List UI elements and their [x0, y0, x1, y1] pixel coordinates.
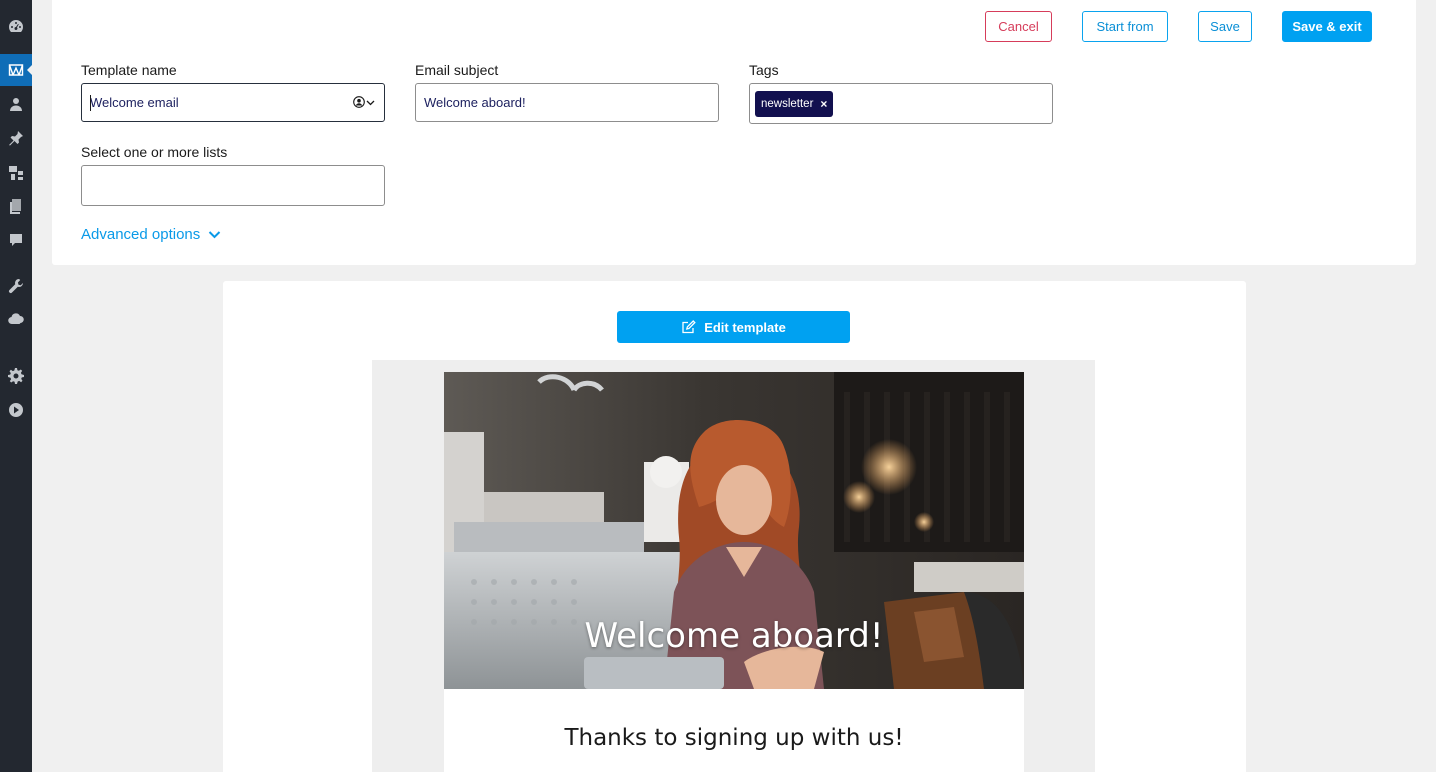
- comments-icon: [10, 234, 22, 246]
- save-exit-button[interactable]: Save & exit: [1282, 11, 1372, 42]
- personalization-dropdown[interactable]: [353, 96, 375, 108]
- sidebar-item-play[interactable]: [0, 394, 32, 426]
- email-subject-label: Email subject: [415, 62, 499, 78]
- sidebar-item-comments[interactable]: [0, 224, 32, 256]
- sidebar-item-emails[interactable]: [0, 54, 33, 86]
- sidebar-item-pages[interactable]: [0, 190, 32, 222]
- sidebar-item-tools[interactable]: [0, 270, 32, 302]
- sidebar-item-dashboard[interactable]: [0, 10, 32, 42]
- start-from-button[interactable]: Start from: [1082, 11, 1168, 42]
- template-name-field[interactable]: Welcome email: [81, 83, 385, 122]
- sidebar-item-cloud[interactable]: [0, 303, 32, 335]
- email-preview: Welcome aboard! Thanks to signing up wit…: [372, 360, 1095, 772]
- sidebar-item-pin[interactable]: [0, 122, 32, 154]
- tags-field[interactable]: newsletter ×: [749, 83, 1053, 124]
- contacts-icon: [10, 98, 22, 111]
- edit-template-button[interactable]: Edit template: [617, 311, 850, 343]
- pin-icon: [9, 131, 23, 146]
- play-icon: [9, 403, 23, 417]
- edit-template-label: Edit template: [704, 319, 786, 335]
- email-subject-field[interactable]: Welcome aboard!: [415, 83, 719, 122]
- text-cursor: [90, 95, 91, 111]
- tag-chip: newsletter ×: [755, 90, 834, 117]
- tag-chip-label: newsletter: [761, 97, 814, 110]
- pages-icon: [10, 199, 21, 214]
- sidebar-item-settings[interactable]: [0, 360, 32, 392]
- template-name-label: Template name: [81, 62, 177, 78]
- email-subject-value: Welcome aboard!: [424, 95, 526, 110]
- wrench-icon: [8, 279, 23, 294]
- advanced-options-toggle[interactable]: Advanced options: [81, 226, 221, 243]
- chevron-down-icon: [209, 231, 221, 239]
- email-settings-card: Cancel Start from Save Save & exit Templ…: [52, 0, 1416, 265]
- sidebar-item-assets[interactable]: [0, 157, 32, 189]
- active-indicator: [27, 64, 33, 76]
- advanced-options-label: Advanced options: [81, 226, 201, 243]
- dashboard-icon: [9, 20, 23, 32]
- gear-icon: [8, 368, 24, 384]
- personalization-icon: [353, 96, 365, 108]
- email-body: Thanks to signing up with us!: [444, 689, 1024, 772]
- cloud-icon: [8, 313, 24, 325]
- chevron-down-icon: [366, 100, 375, 105]
- hero-title: Welcome aboard!: [584, 616, 884, 656]
- emails-icon: [8, 64, 24, 76]
- assets-icon: [9, 166, 23, 180]
- sidebar: [0, 0, 33, 772]
- lists-label: Select one or more lists: [81, 144, 228, 160]
- hero-image: Welcome aboard!: [444, 372, 1024, 689]
- template-preview-card: Edit template Welcome aboard! Thanks to …: [223, 281, 1246, 772]
- tags-label: Tags: [749, 62, 779, 78]
- edit-icon: [682, 320, 696, 334]
- remove-tag-icon[interactable]: ×: [820, 97, 827, 111]
- lists-select[interactable]: [81, 165, 385, 206]
- sidebar-item-contacts[interactable]: [0, 88, 32, 120]
- email-body-text: Thanks to signing up with us!: [564, 725, 904, 751]
- save-button[interactable]: Save: [1198, 11, 1252, 42]
- template-name-value: Welcome email: [90, 95, 179, 110]
- cancel-button[interactable]: Cancel: [985, 11, 1052, 42]
